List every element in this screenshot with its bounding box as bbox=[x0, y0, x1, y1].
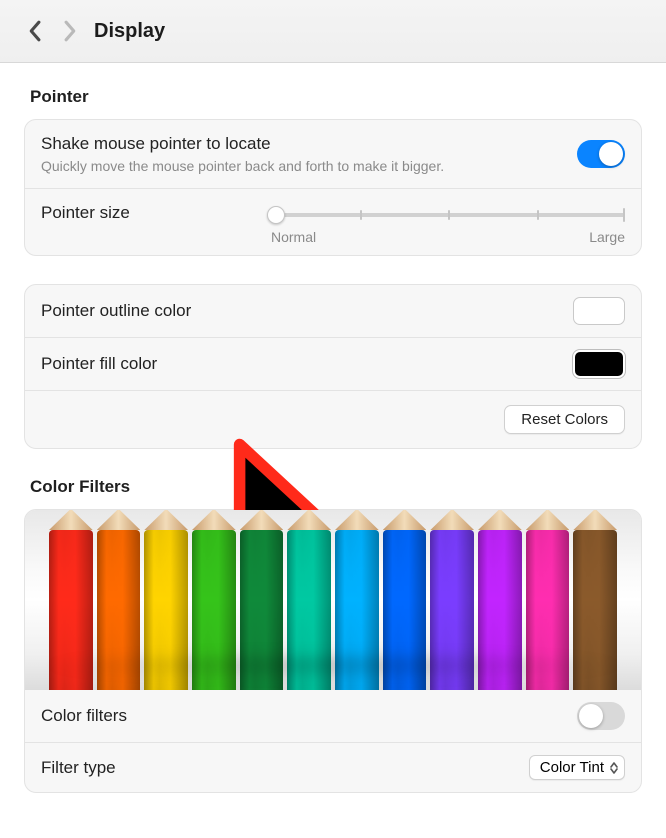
pointer-size-slider[interactable] bbox=[271, 203, 625, 227]
filter-type-value: Color Tint bbox=[540, 759, 604, 776]
outline-color-label: Pointer outline color bbox=[41, 301, 191, 321]
pointer-size-slider-labels: Normal Large bbox=[271, 229, 625, 245]
pointer-colors-panel: Pointer outline color Pointer fill color… bbox=[24, 284, 642, 449]
pencil-icon bbox=[287, 530, 331, 690]
color-filters-toggle[interactable] bbox=[577, 702, 625, 730]
outline-color-row: Pointer outline color bbox=[25, 285, 641, 337]
pencil-icon bbox=[526, 530, 570, 690]
pencil-icon bbox=[49, 530, 93, 690]
color-filters-panel: Color filters Filter type Color Tint bbox=[24, 509, 642, 793]
pencil-icon bbox=[240, 530, 284, 690]
reset-colors-button[interactable]: Reset Colors bbox=[504, 405, 625, 434]
pencil-icon bbox=[383, 530, 427, 690]
fill-color-row: Pointer fill color bbox=[25, 337, 641, 390]
pointer-section-title: Pointer bbox=[30, 87, 642, 107]
reset-colors-row: Reset Colors bbox=[25, 390, 641, 448]
pencil-icon bbox=[573, 530, 617, 690]
forward-button[interactable] bbox=[52, 13, 88, 49]
pencil-icon bbox=[144, 530, 188, 690]
outline-color-well[interactable] bbox=[573, 297, 625, 325]
pencil-icon bbox=[335, 530, 379, 690]
pencil-icon bbox=[478, 530, 522, 690]
filter-type-row: Filter type Color Tint bbox=[25, 742, 641, 792]
pointer-size-min-label: Normal bbox=[271, 229, 316, 245]
pointer-size-row: Pointer size Normal Large bbox=[25, 188, 641, 255]
shake-row: Shake mouse pointer to locate Quickly mo… bbox=[25, 120, 641, 188]
shake-text: Shake mouse pointer to locate Quickly mo… bbox=[41, 134, 577, 174]
pointer-size-label: Pointer size bbox=[41, 203, 231, 223]
pointer-size-thumb[interactable] bbox=[267, 206, 285, 224]
pointer-panel: Shake mouse pointer to locate Quickly mo… bbox=[24, 119, 642, 256]
color-filters-section-title: Color Filters bbox=[30, 477, 642, 497]
chevron-left-icon bbox=[27, 20, 42, 42]
header: Display bbox=[0, 0, 666, 63]
pencil-icon bbox=[97, 530, 141, 690]
page-title: Display bbox=[94, 20, 165, 43]
color-filters-toggle-label: Color filters bbox=[41, 706, 127, 726]
fill-color-well[interactable] bbox=[573, 350, 625, 378]
pencil-icon bbox=[192, 530, 236, 690]
back-button[interactable] bbox=[16, 13, 52, 49]
color-filters-preview-image bbox=[25, 510, 641, 690]
pointer-size-slider-area: Normal Large bbox=[271, 203, 625, 245]
pencil-icon bbox=[430, 530, 474, 690]
color-filters-toggle-row: Color filters bbox=[25, 690, 641, 742]
fill-color-label: Pointer fill color bbox=[41, 354, 157, 374]
chevron-right-icon bbox=[63, 20, 78, 42]
filter-type-label: Filter type bbox=[41, 758, 116, 778]
filter-type-select[interactable]: Color Tint bbox=[529, 755, 625, 780]
shake-label: Shake mouse pointer to locate bbox=[41, 134, 577, 154]
content: Pointer Shake mouse pointer to locate Qu… bbox=[0, 63, 666, 793]
updown-chevrons-icon bbox=[610, 762, 618, 774]
shake-toggle[interactable] bbox=[577, 140, 625, 168]
pointer-size-max-label: Large bbox=[589, 229, 625, 245]
shake-desc: Quickly move the mouse pointer back and … bbox=[41, 158, 577, 174]
